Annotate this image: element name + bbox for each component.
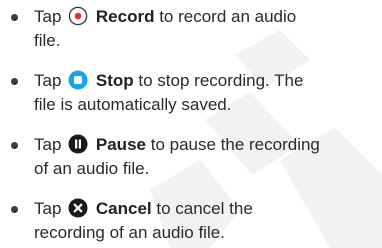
bullet: [11, 142, 18, 149]
item-prefix: Tap: [34, 135, 62, 154]
item-line-2: of an audio file.: [34, 159, 150, 178]
item-text: to pause the recording: [150, 135, 320, 154]
item-text: to record an audio: [159, 7, 297, 26]
item-line-1: Tap Record to record an audio: [34, 6, 296, 28]
item-text: to stop recording. The: [138, 71, 304, 90]
item-prefix: Tap: [34, 7, 62, 26]
item-line-1: Tap Stop to stop recording. The: [34, 70, 303, 92]
item-label: Cancel: [95, 199, 152, 218]
bullet: [11, 78, 18, 85]
item-text: to cancel the: [156, 199, 253, 218]
item-line-1: Tap Pause to pause the recording: [34, 134, 320, 156]
item-label: Stop: [95, 71, 134, 90]
stop-icon: [68, 70, 88, 90]
pause-icon: [68, 134, 88, 154]
item-line-2: file is automatically saved.: [34, 95, 232, 114]
item-line-2: file.: [34, 31, 61, 50]
item-line-1: Tap Cancel to cancel the: [34, 198, 253, 220]
item-label: Pause: [95, 135, 146, 154]
bullet: [11, 14, 18, 21]
cancel-icon: [68, 198, 88, 218]
item-label: Record: [95, 7, 155, 26]
item-prefix: Tap: [34, 71, 62, 90]
record-icon: [68, 6, 88, 26]
bullet: [11, 206, 18, 213]
item-prefix: Tap: [34, 199, 62, 218]
item-line-2: recording of an audio file.: [34, 223, 225, 242]
